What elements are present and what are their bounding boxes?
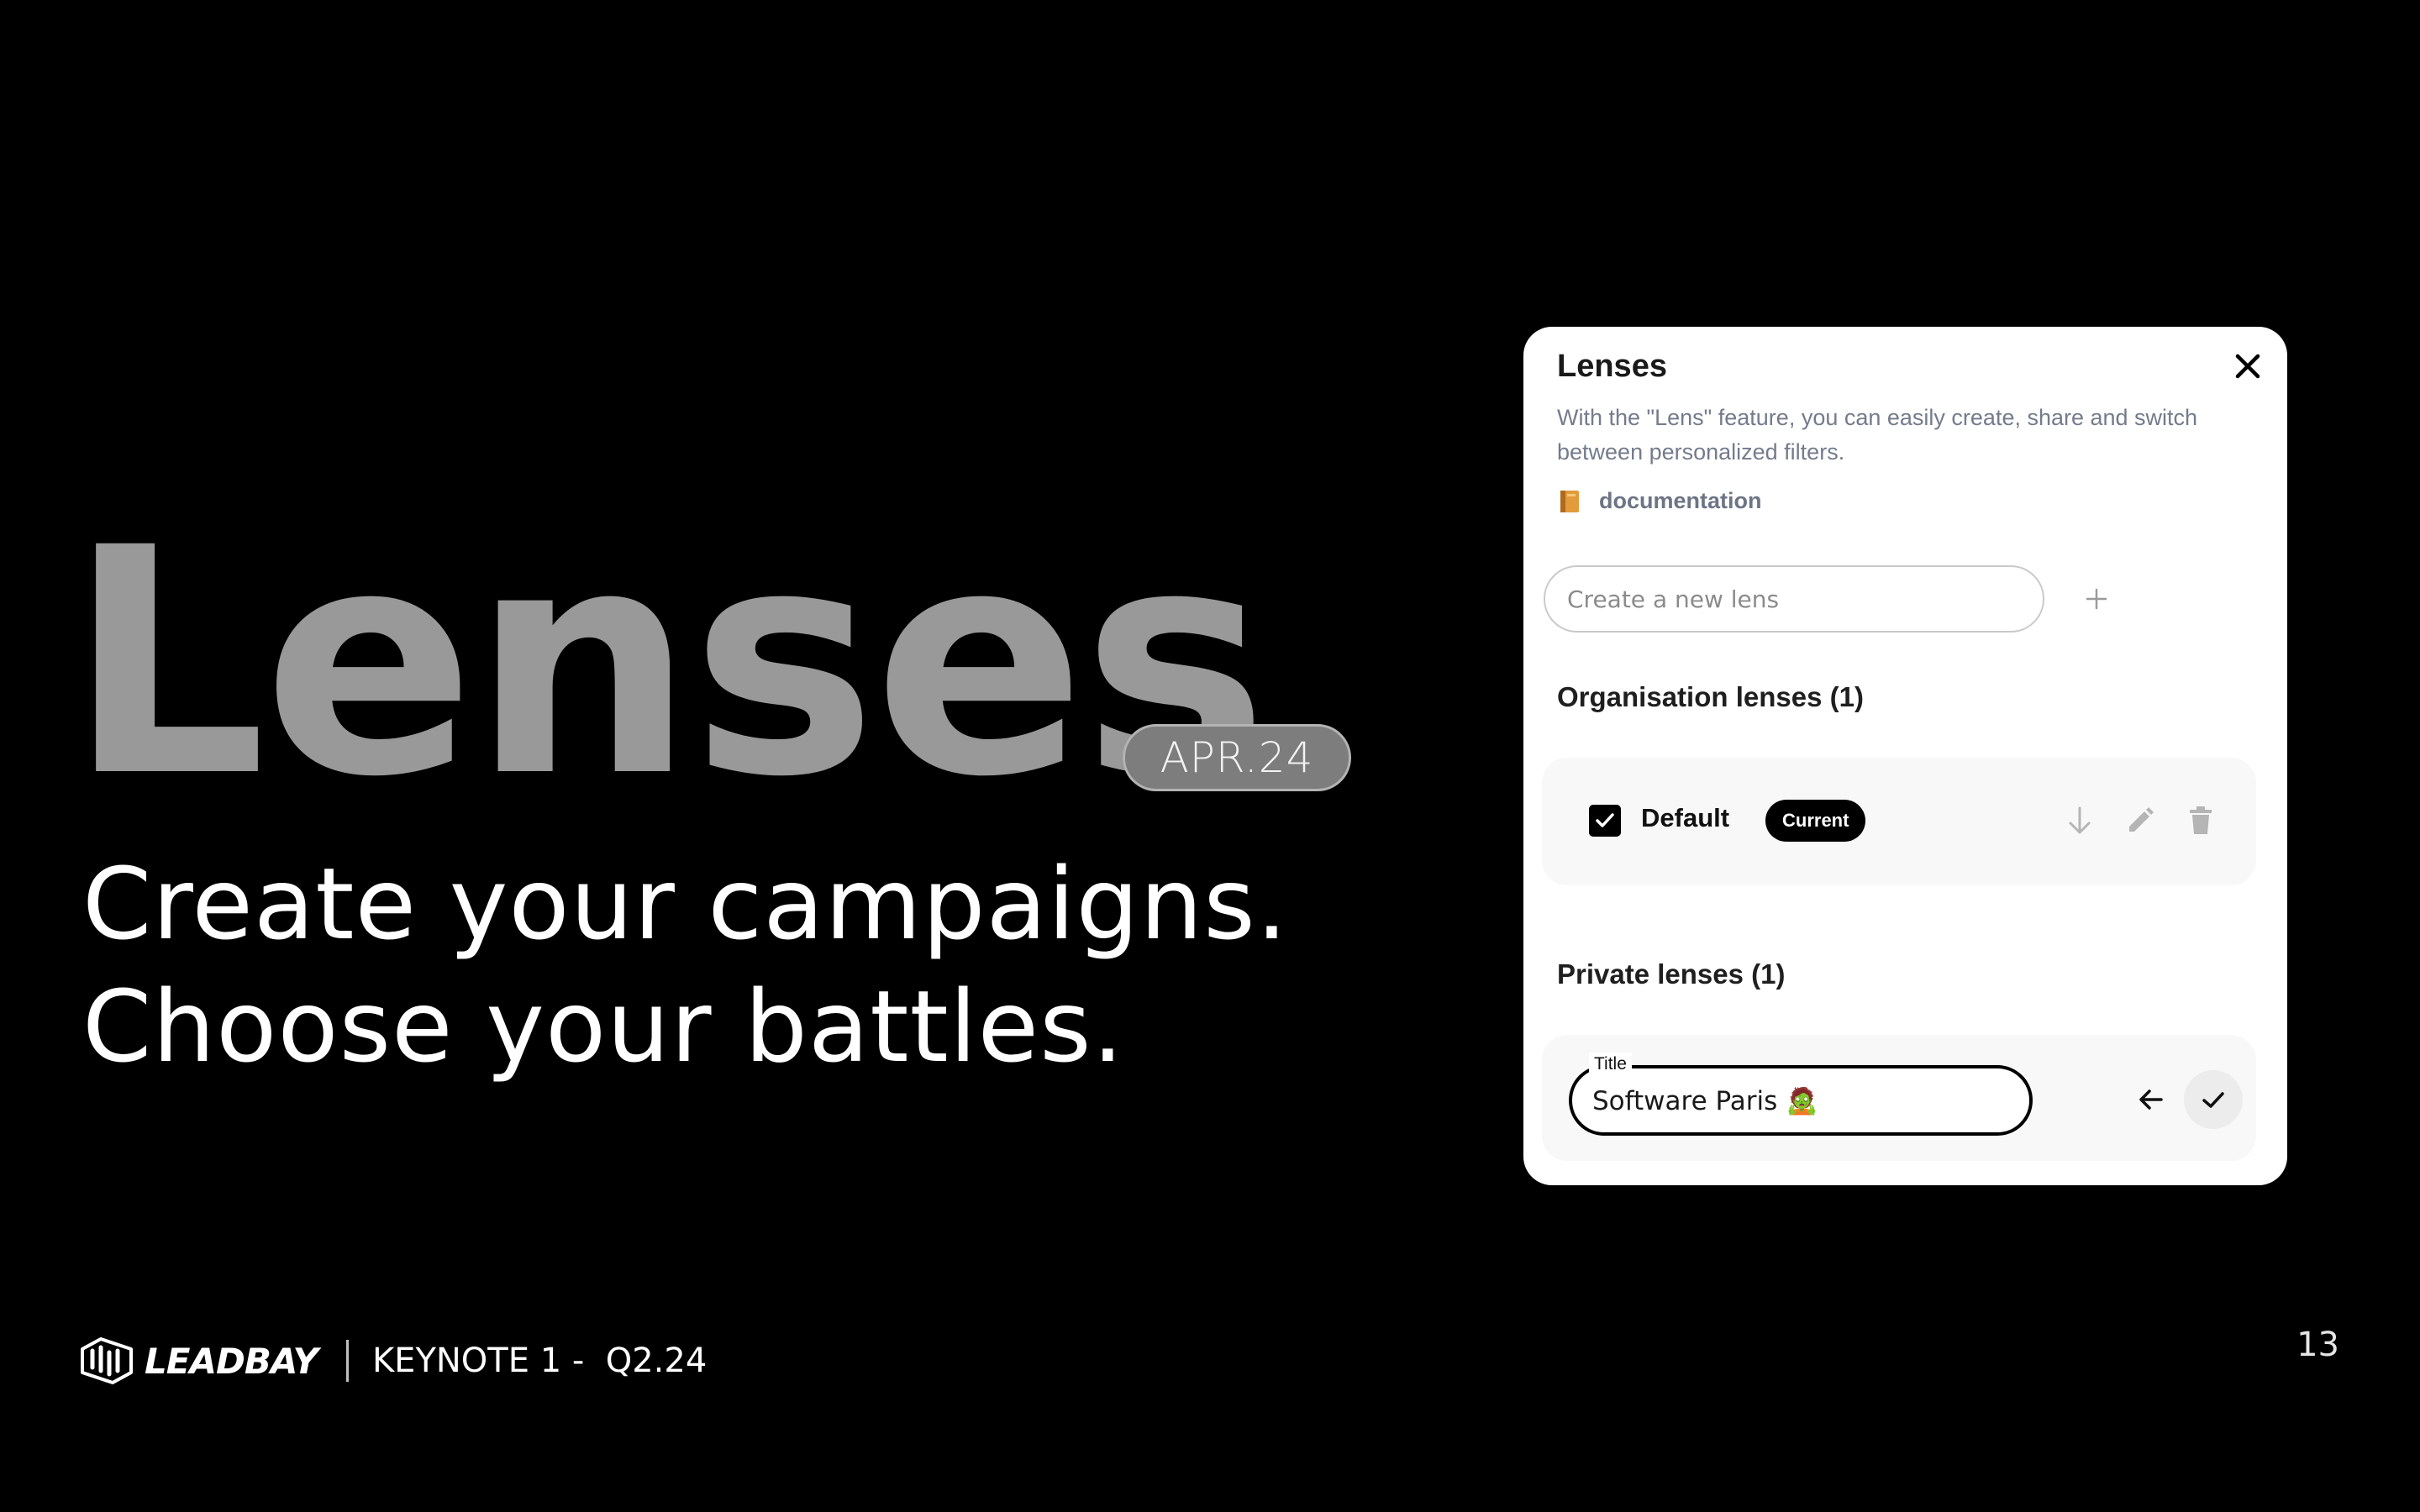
lens-row: Default Current (1542, 758, 2256, 885)
page-number: 13 (2296, 1326, 2339, 1364)
back-button[interactable] (2130, 1079, 2172, 1121)
close-button[interactable] (2227, 345, 2269, 387)
footer: LEADBAY KEYNOTE 1 - Q2.24 (76, 1327, 707, 1394)
book-icon (1560, 490, 1579, 512)
modal-description: With the "Lens" feature, you can easily … (1557, 405, 2198, 465)
download-button[interactable] (2061, 802, 2098, 839)
check-icon (2202, 1092, 2224, 1108)
arrow-down-icon (2069, 806, 2091, 834)
title-field: Title (1569, 1053, 2033, 1136)
trash-icon (2190, 806, 2212, 834)
new-lens-input[interactable] (1544, 565, 2044, 633)
current-badge: Current (1765, 800, 1866, 842)
slide: Lenses APR.24 Create your campaigns. Cho… (0, 0, 2420, 1512)
documentation-link[interactable]: documentation (1557, 488, 1762, 514)
tagline-line-2: Choose your battles. (82, 969, 1125, 1084)
documentation-link-label: documentation (1599, 488, 1762, 513)
add-lens-button[interactable] (2075, 577, 2118, 621)
leadbay-logo-icon (81, 1337, 133, 1384)
modal-title: Lenses (1557, 349, 1667, 384)
checkbox-checked-icon (1596, 813, 1614, 827)
lenses-modal: Lenses With the "Lens" feature, you can … (1523, 327, 2287, 1185)
brand-name: LEADBAY (145, 1340, 318, 1382)
tagline-line-1: Create your campaigns. (82, 846, 1289, 962)
keynote-label: KEYNOTE 1 - Q2.24 (371, 1341, 708, 1380)
plus-icon (2086, 588, 2107, 610)
close-icon (2235, 354, 2260, 379)
footer-divider (345, 1340, 349, 1382)
title-field-label: Title (1589, 1053, 1632, 1076)
org-lenses-title: Organisation lenses (1) (1557, 681, 1864, 712)
lens-row-editing: Title (1542, 1035, 2256, 1161)
private-lenses-title: Private lenses (1) (1557, 958, 1786, 990)
confirm-button[interactable] (2184, 1070, 2243, 1129)
delete-button[interactable] (2182, 802, 2219, 839)
title-input[interactable] (1592, 1082, 2012, 1119)
hero-title: Lenses (67, 481, 1268, 845)
lens-checkbox[interactable] (1589, 805, 1621, 837)
arrow-left-icon (2139, 1089, 2163, 1110)
pencil-icon (2129, 807, 2154, 832)
edit-button[interactable] (2122, 802, 2159, 839)
lens-name[interactable]: Default (1641, 803, 1729, 833)
date-badge: APR.24 (1123, 724, 1351, 791)
